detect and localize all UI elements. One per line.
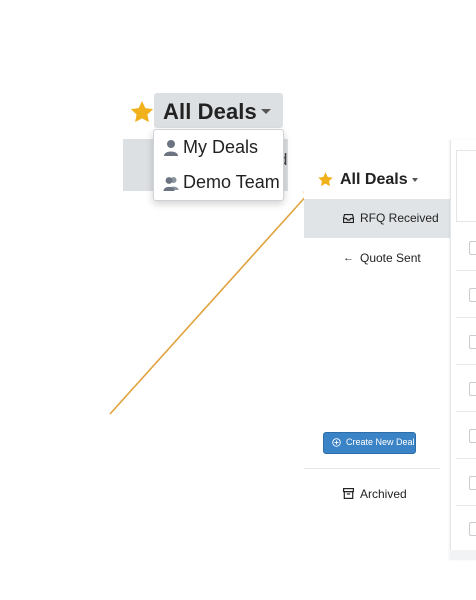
table-footer xyxy=(450,550,476,560)
menu-item-my-deals[interactable]: My Deals xyxy=(154,131,283,165)
table-row-divider xyxy=(456,364,476,365)
table-row-divider xyxy=(456,317,476,318)
caret-down-icon xyxy=(261,109,271,114)
menu-item-label: My Deals xyxy=(183,137,259,157)
users-icon xyxy=(163,177,179,191)
table-row-divider xyxy=(456,270,476,271)
archive-icon xyxy=(343,488,354,499)
row-checkbox[interactable] xyxy=(469,382,476,396)
table-row-divider xyxy=(456,411,476,412)
row-checkbox[interactable] xyxy=(469,429,476,443)
row-checkbox[interactable] xyxy=(469,335,476,349)
button-label: Create New Deal xyxy=(346,437,415,447)
menu-item-demo-team[interactable]: Demo Team xyxy=(154,166,283,200)
sidebar-item-label: Archived xyxy=(360,487,407,501)
sidebar-item-label: RFQ Received xyxy=(360,211,439,225)
view-dropdown-menu: My Deals Demo Team xyxy=(153,129,284,201)
sidebar-item-label: Quote Sent xyxy=(360,251,421,265)
table-row-divider xyxy=(456,458,476,459)
sidebar-item-quote-sent[interactable]: ← Quote Sent xyxy=(304,246,450,272)
star-icon xyxy=(318,172,333,187)
star-icon xyxy=(130,100,154,123)
row-checkbox[interactable] xyxy=(469,288,476,302)
menu-item-label: Demo Team xyxy=(183,172,280,192)
sidebar-item-archived[interactable]: Archived xyxy=(304,482,450,506)
user-icon xyxy=(164,140,178,156)
view-selector-label: All Deals xyxy=(163,99,257,124)
sidebar-item-rfq-received[interactable]: RFQ Received xyxy=(304,199,450,238)
arrow-left-icon: ← xyxy=(343,252,354,264)
row-checkbox[interactable] xyxy=(469,476,476,490)
create-new-deal-button[interactable]: Create New Deal xyxy=(323,432,416,454)
table-header-area xyxy=(456,150,476,222)
table-row-divider xyxy=(456,505,476,506)
inbox-icon xyxy=(343,214,354,223)
divider xyxy=(304,468,440,469)
plus-circle-icon xyxy=(332,438,341,447)
deals-view-selector[interactable]: All Deals xyxy=(340,171,408,189)
row-checkbox[interactable] xyxy=(469,522,476,536)
row-checkbox[interactable] xyxy=(469,241,476,255)
caret-down-icon[interactable] xyxy=(412,178,418,182)
